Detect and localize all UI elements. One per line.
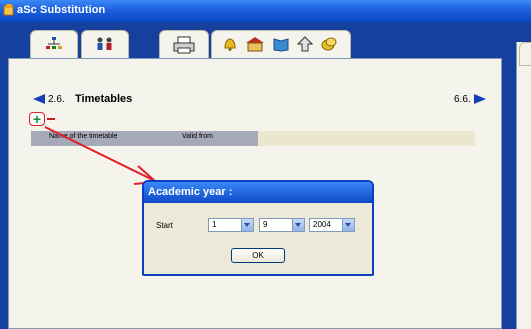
tab-structure[interactable] [30,30,78,61]
up-arrow-icon [297,36,313,52]
ok-button[interactable]: OK [231,248,285,263]
school-building-icon [246,37,264,52]
people-icon [97,37,112,50]
add-timetable-button[interactable]: + [29,112,45,126]
day-value: 1 [212,220,217,229]
chevron-down-icon[interactable] [342,219,354,231]
toolbar [8,24,502,61]
window-titlebar: aSc Substitution [0,0,531,22]
printer-icon [173,36,195,54]
side-panel-tab[interactable] [519,42,531,66]
chevron-down-icon[interactable] [241,219,253,231]
chevron-down-icon[interactable] [292,219,304,231]
nav-next[interactable]: 6.6. [454,94,486,105]
tab-print[interactable] [159,30,209,61]
day-select[interactable]: 1 [208,218,254,232]
column-name-header[interactable]: Name of the timetable [49,133,117,140]
coins-icon [321,37,337,51]
column-valid-from-header[interactable]: Valid from [182,133,213,140]
nav-previous[interactable]: 2.6. [33,94,65,105]
arrow-right-icon [473,94,486,105]
year-value: 2004 [313,220,331,229]
side-panel [516,42,531,329]
tab-tools[interactable] [211,30,351,61]
month-value: 9 [263,220,268,229]
dialog-title: Academic year : [144,182,372,203]
nav-next-label: 6.6. [454,94,471,105]
window-title: aSc Substitution [17,4,106,16]
page-title: Timetables [75,93,133,105]
arrow-left-icon [33,94,45,105]
start-label: Start [156,221,173,230]
org-chart-icon [46,37,62,49]
month-select[interactable]: 9 [259,218,305,232]
year-select[interactable]: 2004 [309,218,355,232]
book-icon [273,38,289,52]
tab-people[interactable] [81,30,129,61]
table-header: Name of the timetable Valid from [31,131,475,146]
plus-icon: + [32,111,42,127]
app-icon [3,4,14,16]
bell-icon [224,38,236,51]
academic-year-dialog: Academic year : Start 1 9 2004 OK [142,180,374,276]
remove-timetable-button[interactable] [47,118,55,120]
nav-previous-label: 2.6. [48,94,65,105]
